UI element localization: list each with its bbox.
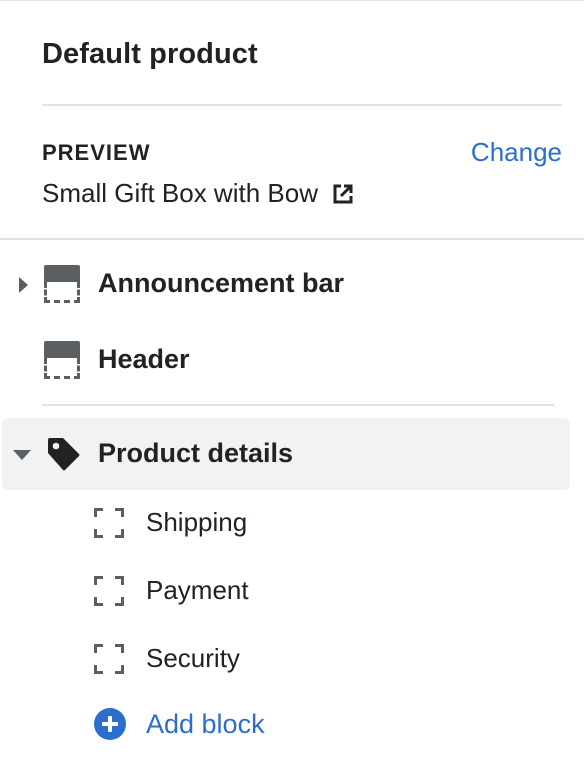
add-block-label: Add block [146,708,265,739]
section-label: Product details [98,438,294,468]
block-frame-icon [94,507,124,538]
block-payment[interactable]: Payment [94,575,249,606]
block-shipping[interactable]: Shipping [94,507,247,538]
preview-product-name: Small Gift Box with Bow [42,178,318,208]
section-layout-icon [44,341,80,379]
block-label: Shipping [146,507,248,537]
change-preview-link[interactable]: Change [471,137,562,168]
plus-circle-icon [94,708,126,740]
block-label: Payment [146,575,249,605]
top-border [0,0,584,1]
caret-right-icon[interactable] [19,277,28,293]
panel-title: Default product [42,38,258,70]
section-label: Header [98,344,190,374]
block-frame-icon [94,643,124,674]
block-security[interactable]: Security [94,643,240,674]
section-layout-icon [44,265,80,303]
add-block-button[interactable]: Add block [94,708,265,740]
theme-editor-sidebar: Default product PREVIEW Change Small Gif… [0,0,584,766]
divider [0,238,584,240]
external-link-icon [333,184,353,203]
divider [42,104,562,106]
divider [42,404,554,406]
product-tag-icon [48,438,80,471]
preview-label: PREVIEW [42,140,151,165]
block-label: Security [146,643,240,673]
caret-down-icon[interactable] [13,450,31,460]
block-frame-icon [94,575,124,606]
preview-product-link[interactable]: Small Gift Box with Bow [42,178,354,209]
section-label: Announcement bar [98,268,345,298]
